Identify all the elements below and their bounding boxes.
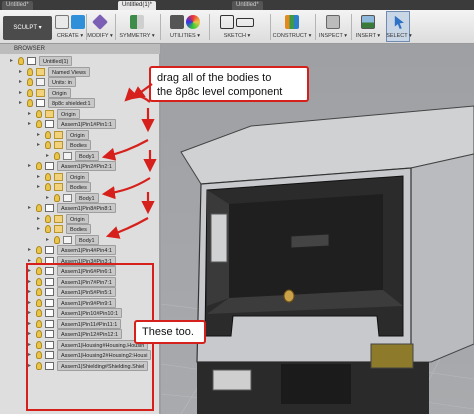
annotation-arrows <box>101 83 157 239</box>
arrow-to-bodies-3 <box>105 217 149 239</box>
arrow-to-bodies-1 <box>101 139 149 161</box>
arrow-to-bodies-2 <box>101 177 151 200</box>
arrow-to-origin <box>124 87 151 103</box>
app-window: Untitled* Untitled(1)* Untitled* SCULPT … <box>0 0 474 414</box>
